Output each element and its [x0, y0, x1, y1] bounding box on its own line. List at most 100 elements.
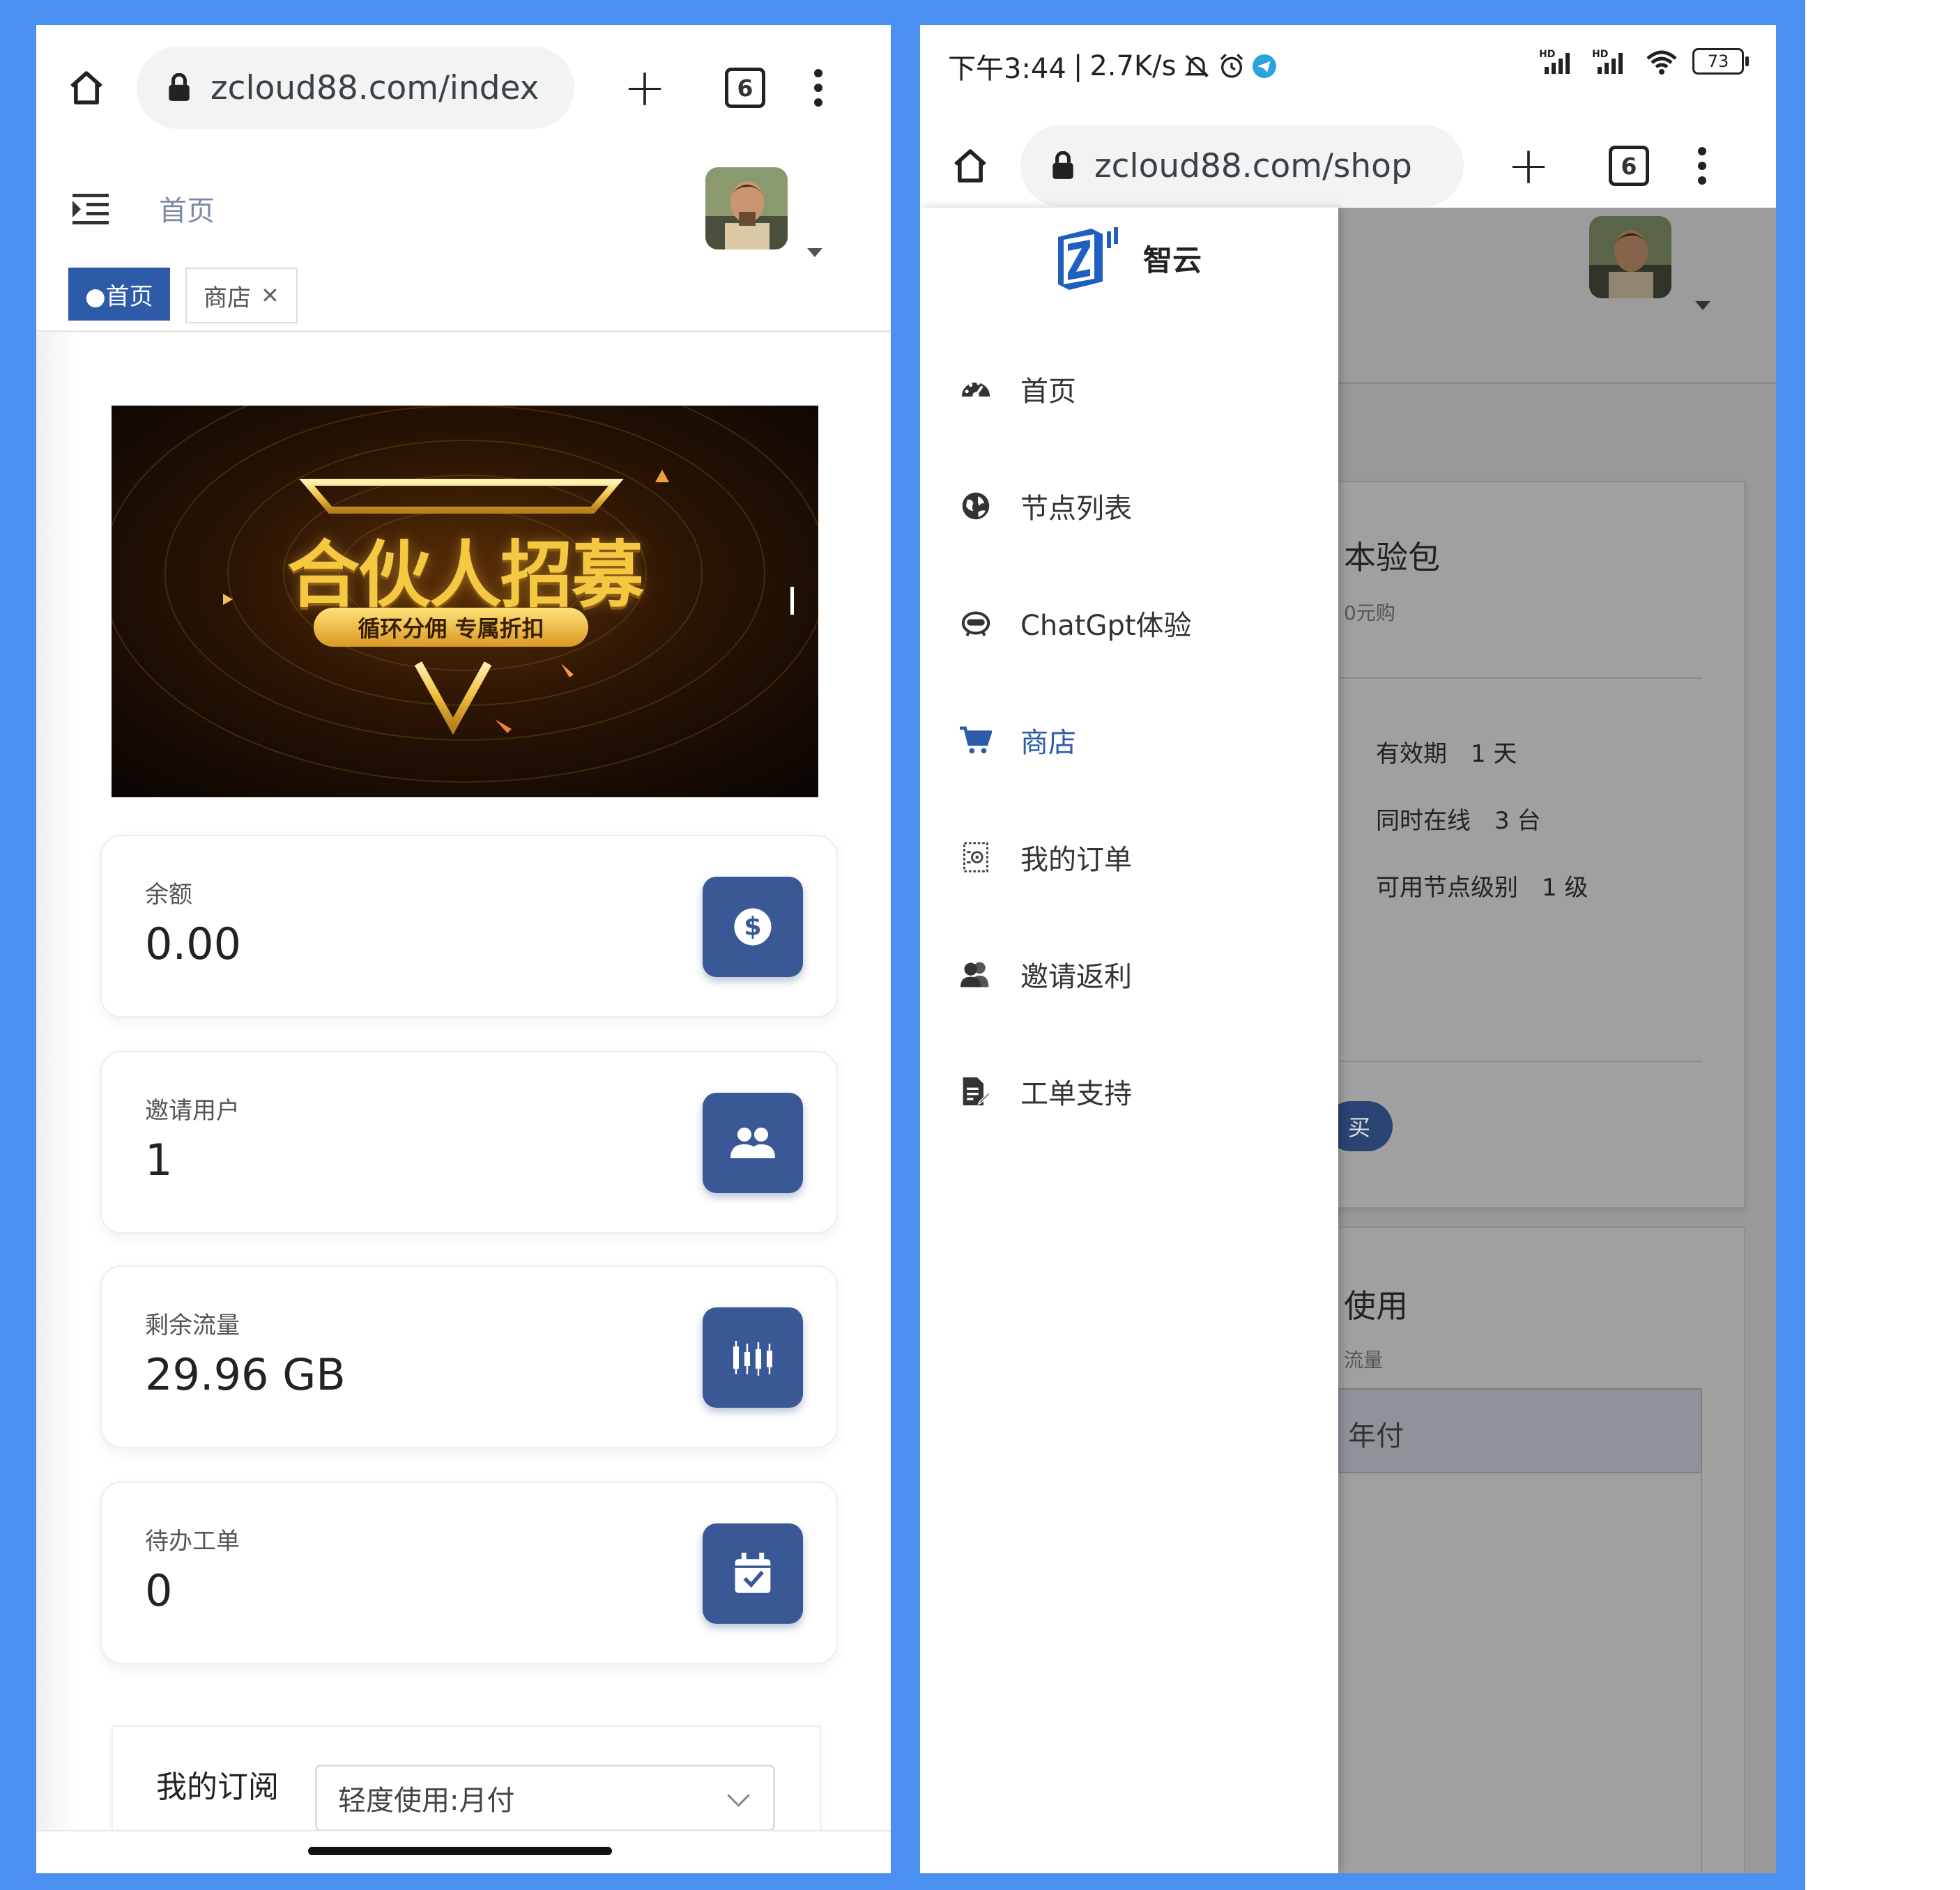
- status-speed: 2.7K/s: [1089, 50, 1177, 82]
- url-bar[interactable]: zcloud88.com/index: [137, 47, 574, 129]
- tab-home[interactable]: ●首页: [68, 268, 170, 321]
- subscription-select-value: 轻度使用:月付: [338, 1785, 515, 1817]
- robot-icon: [959, 606, 993, 640]
- plan-card-2-select-value: 年付: [1348, 1420, 1404, 1452]
- ticket-icon: [959, 1075, 993, 1108]
- dimmed-plan-card-2: 使用 流量 年付: [1310, 1227, 1745, 1873]
- plan-validity: 有效期 1 天: [1376, 740, 1517, 768]
- pending-tickets-value: 0: [145, 1565, 173, 1616]
- menu-item-label: ChatGpt体验: [1020, 610, 1192, 642]
- brand-name: 智云: [1143, 243, 1202, 277]
- banner-title: 合伙人招募: [286, 532, 644, 617]
- home-indicator[interactable]: [308, 1847, 612, 1855]
- wifi-icon: [1646, 50, 1677, 75]
- battery-level: 73: [1707, 52, 1729, 71]
- subscription-select[interactable]: 轻度使用:月付: [315, 1765, 775, 1831]
- users-icon[interactable]: [703, 1093, 803, 1193]
- chart-icon[interactable]: [703, 1307, 803, 1408]
- battery-indicator: 73: [1692, 48, 1749, 75]
- content-left-shadow: [36, 333, 78, 1866]
- plan-card-2-select[interactable]: 年付: [1333, 1388, 1702, 1473]
- status-time: 下午3:44: [948, 53, 1066, 85]
- pending-tickets-card: 待办工单 0: [100, 1482, 838, 1664]
- chevron-down-icon: [727, 1784, 750, 1807]
- avatar[interactable]: [705, 167, 788, 249]
- plan-node-level: 可用节点级别 1 级: [1376, 874, 1588, 902]
- home-icon[interactable]: [67, 68, 106, 107]
- plan-card-2-title: 使用: [1344, 1287, 1408, 1325]
- menu-item-orders[interactable]: 我的订单: [920, 815, 1338, 899]
- dimmed-plan-card: 本验包 0元购 有效期 1 天 同时在线 3 台 可用节点级别 1 级 买: [1310, 481, 1745, 1208]
- side-drawer: 智云 首页 节点列表 ChatGpt体验 商店 我的订单 邀请返利 工单支持: [920, 208, 1338, 1873]
- remaining-traffic-card: 剩余流量 29.96 GB: [100, 1266, 838, 1448]
- avatar-dropdown-icon[interactable]: [1695, 301, 1710, 310]
- signal-icon-2: HD: [1592, 49, 1623, 74]
- dollar-icon[interactable]: $: [703, 877, 803, 977]
- svg-text:HD: HD: [1592, 49, 1608, 60]
- url-text: zcloud88.com/index: [210, 68, 539, 107]
- menu-item-label: 我的订单: [1020, 844, 1132, 876]
- banner-subtitle: 循环分佣 专属折扣: [314, 608, 588, 647]
- url-text: zcloud88.com/shop: [1094, 146, 1412, 185]
- plan-online-devices: 同时在线 3 台: [1376, 807, 1541, 835]
- tab-count-button[interactable]: 6: [725, 68, 766, 108]
- new-tab-icon[interactable]: +: [623, 62, 666, 114]
- status-bar: 下午3:44 | 2.7K/s HD HD 73: [920, 25, 1776, 102]
- user-group-icon: [959, 958, 993, 991]
- tab-count-button[interactable]: 6: [1609, 146, 1650, 186]
- calendar-check-icon[interactable]: [703, 1523, 803, 1624]
- menu-item-label: 首页: [1020, 376, 1076, 408]
- telegram-icon: [1253, 54, 1277, 78]
- brand: 智云: [1050, 223, 1202, 293]
- plan-card-title: 本验包: [1344, 539, 1440, 576]
- svg-text:$: $: [744, 912, 761, 942]
- order-icon: [959, 840, 993, 874]
- remaining-traffic-label: 剩余流量: [145, 1312, 240, 1339]
- page-title: 首页: [159, 195, 215, 227]
- invited-users-label: 邀请用户: [145, 1097, 240, 1125]
- menu-toggle-icon[interactable]: [72, 194, 109, 224]
- left-phone-screen: zcloud88.com/index + 6 首页 ●首页 商店 ✕ 合伙人招募…: [36, 25, 891, 1873]
- plan-card-2-subtitle: 流量: [1344, 1349, 1384, 1372]
- close-icon[interactable]: ✕: [261, 282, 280, 309]
- menu-item-shop[interactable]: 商店: [920, 698, 1338, 782]
- promo-banner[interactable]: 合伙人招募 循环分佣 专属折扣: [112, 406, 818, 797]
- menu-item-label: 邀请返利: [1020, 961, 1132, 993]
- menu-item-tickets[interactable]: 工单支持: [920, 1050, 1338, 1133]
- subscription-label: 我的订阅: [156, 1769, 279, 1805]
- alarm-icon: [1220, 54, 1243, 78]
- home-icon[interactable]: [951, 146, 990, 185]
- brand-logo-icon: [1058, 227, 1118, 290]
- menu-item-invite[interactable]: 邀请返利: [920, 932, 1338, 1016]
- menu-item-nodes[interactable]: 节点列表: [920, 464, 1338, 548]
- new-tab-icon[interactable]: +: [1507, 140, 1550, 192]
- avatar[interactable]: [1589, 216, 1671, 298]
- browser-toolbar: zcloud88.com/index + 6: [36, 25, 891, 151]
- pending-tickets-label: 待办工单: [145, 1528, 240, 1555]
- remaining-traffic-value: 29.96 GB: [145, 1349, 346, 1400]
- globe-icon: [959, 489, 993, 523]
- status-separator: |: [1073, 50, 1083, 82]
- invited-users-card: 邀请用户 1: [100, 1051, 838, 1234]
- menu-item-home[interactable]: 首页: [920, 347, 1338, 431]
- plan-card-subtitle: 0元购: [1344, 601, 1395, 624]
- avatar-dropdown-icon[interactable]: [807, 248, 822, 257]
- menu-item-label: 节点列表: [1020, 493, 1132, 525]
- svg-text:HD: HD: [1539, 49, 1555, 60]
- right-phone-screen: 下午3:44 | 2.7K/s HD HD 73 zcloud88.com/sh…: [920, 25, 1776, 1873]
- tabs-bar: ●首页 商店 ✕: [36, 261, 891, 332]
- signal-icon: HD: [1539, 49, 1570, 74]
- menu-item-chatgpt[interactable]: ChatGpt体验: [920, 581, 1338, 665]
- lock-icon: [169, 73, 190, 101]
- lock-icon: [1052, 151, 1073, 179]
- tab-shop[interactable]: 商店 ✕: [185, 268, 298, 323]
- tab-shop-label: 商店: [204, 284, 251, 312]
- invited-users-value: 1: [145, 1135, 173, 1185]
- more-menu-icon[interactable]: [814, 69, 823, 107]
- app-header: 首页: [36, 156, 891, 261]
- balance-card: 余额 0.00 $: [100, 835, 838, 1017]
- url-bar[interactable]: zcloud88.com/shop: [1020, 125, 1464, 207]
- dashboard-icon: [959, 372, 993, 406]
- more-menu-icon[interactable]: [1698, 147, 1707, 185]
- screenshot-frame: zcloud88.com/index + 6 首页 ●首页 商店 ✕ 合伙人招募…: [0, 0, 1805, 1890]
